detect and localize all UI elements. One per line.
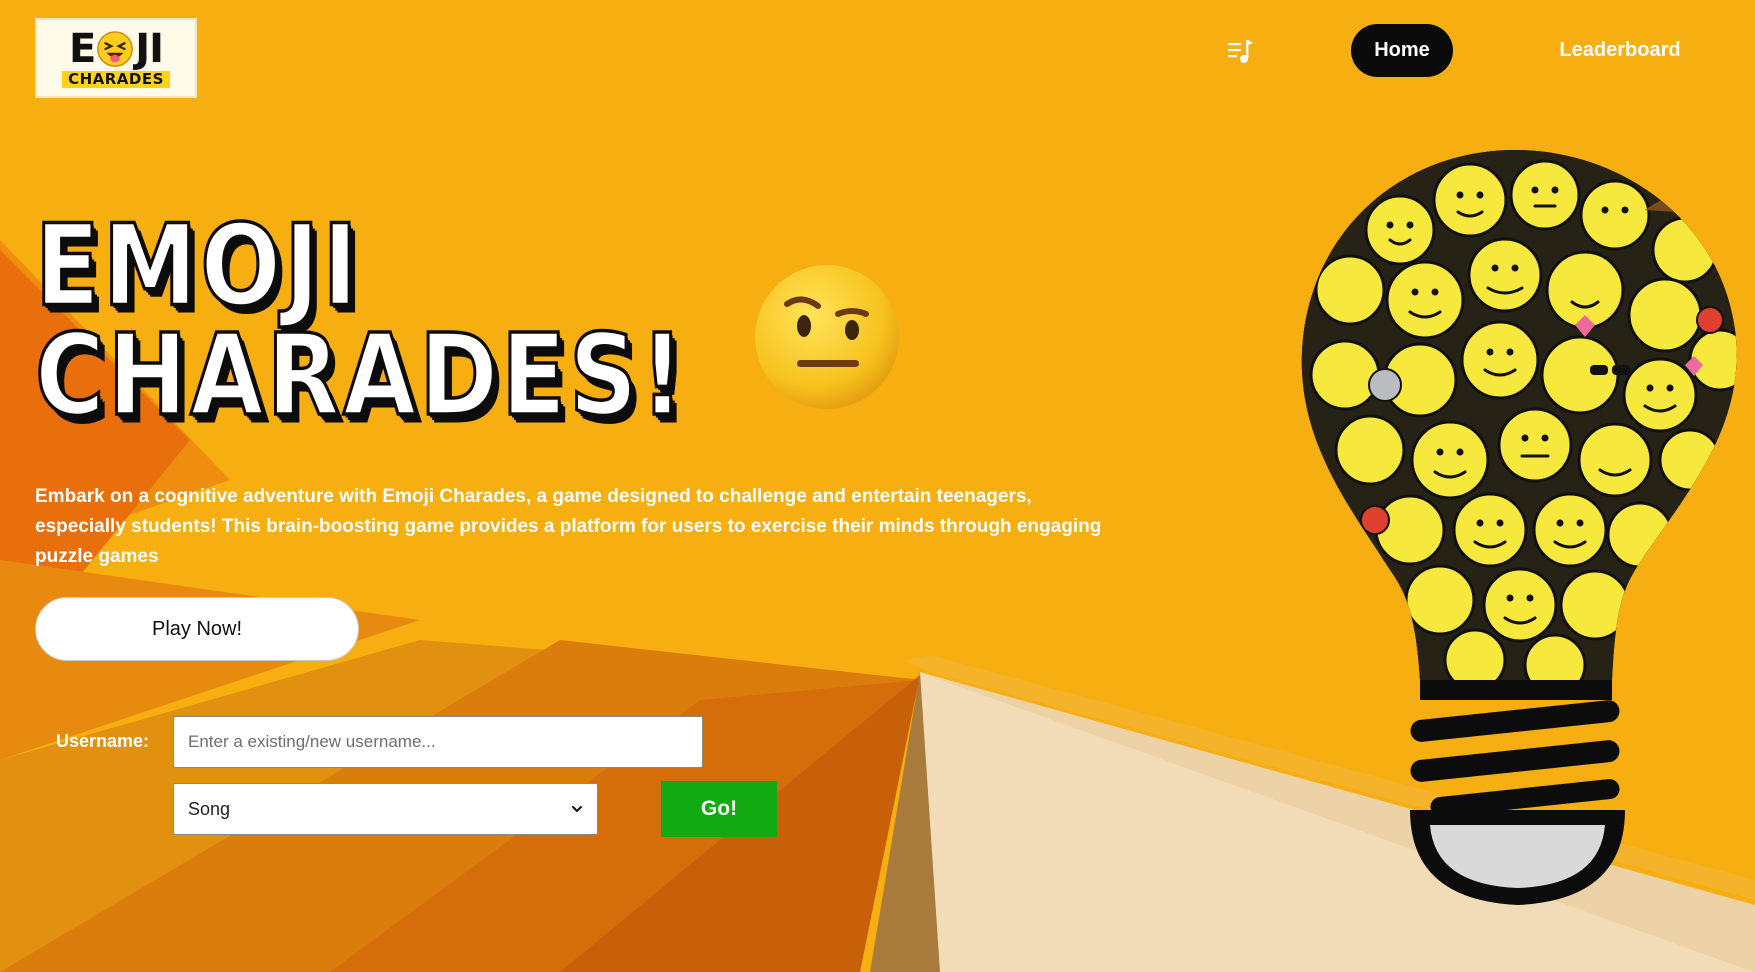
page-title: EMOJI CHARADES! (34, 201, 687, 442)
username-input[interactable] (173, 716, 703, 768)
nav-home-button[interactable]: Home (1351, 24, 1453, 77)
category-selected-value: Song (188, 798, 231, 819)
logo-letters-right: JI (135, 25, 164, 72)
logo-letters-left: E (68, 25, 96, 72)
game-description: Embark on a cognitive adventure with Emo… (35, 486, 1102, 567)
play-now-button[interactable]: Play Now! (35, 597, 359, 661)
lightbulb-emojis-illustration (1301, 150, 1737, 905)
chevron-down-icon (572, 806, 582, 812)
site-logo[interactable]: E JI CHARADES (35, 18, 197, 98)
title-line-1: EMOJI (34, 201, 361, 332)
music-playlist-icon (1228, 40, 1253, 63)
category-select[interactable]: Song (173, 783, 598, 835)
logo-subtitle: CHARADES (62, 70, 170, 88)
go-button[interactable]: Go! (661, 781, 777, 837)
title-line-2: CHARADES! (34, 311, 687, 442)
music-playlist-button[interactable] (1226, 38, 1256, 66)
laughing-face-icon (97, 30, 134, 67)
raised-eyebrow-face-icon (755, 265, 899, 409)
logo-wordmark: E JI (68, 25, 164, 72)
nav-leaderboard-link[interactable]: Leaderboard (1540, 24, 1700, 77)
username-label: Username: (56, 731, 150, 751)
